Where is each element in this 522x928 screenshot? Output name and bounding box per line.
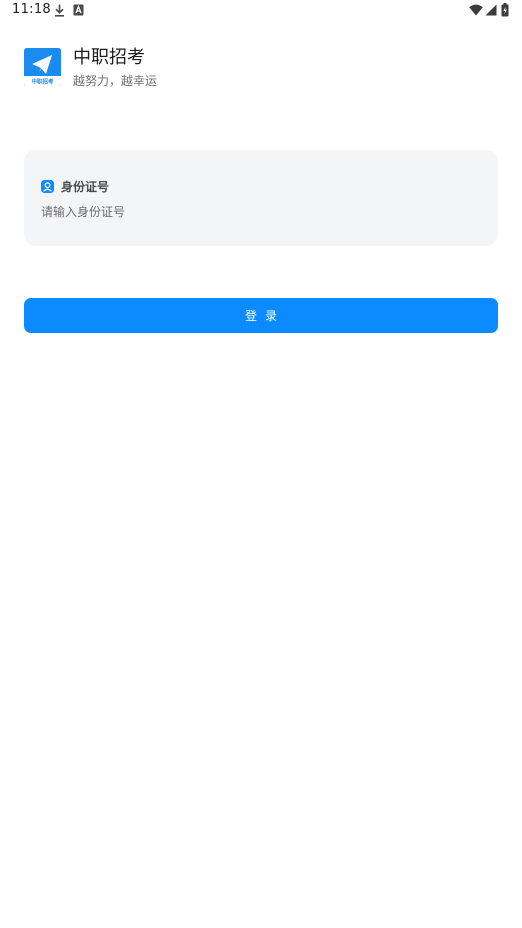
app-logo: 中职招考 — [24, 48, 61, 86]
cell-signal-icon — [485, 4, 497, 16]
status-time: 11:18 — [12, 2, 51, 17]
download-icon — [55, 4, 64, 17]
id-number-label: 身份证号 — [61, 179, 110, 194]
app-slogan: 越努力，越幸运 — [73, 74, 158, 88]
app-name: 中职招考 — [73, 47, 145, 68]
login-button[interactable]: 登录 — [24, 298, 498, 333]
status-bar: 11:18 — [0, 0, 522, 22]
id-number-card: 身份证号 — [24, 150, 498, 246]
wifi-icon — [469, 4, 483, 16]
user-icon — [41, 179, 54, 193]
keyboard-a-icon — [73, 4, 84, 16]
paper-plane-icon: 中职招考 — [24, 48, 61, 86]
logo-caption: 中职招考 — [31, 78, 54, 86]
battery-charging-icon — [501, 3, 509, 17]
login-screen: 11:18 中职招考 中职招考 越努力，越幸运 身份证号 请输入身份证号 登录 — [0, 0, 522, 928]
id-number-input[interactable] — [41, 202, 481, 222]
id-label-row: 身份证号 — [41, 177, 109, 195]
